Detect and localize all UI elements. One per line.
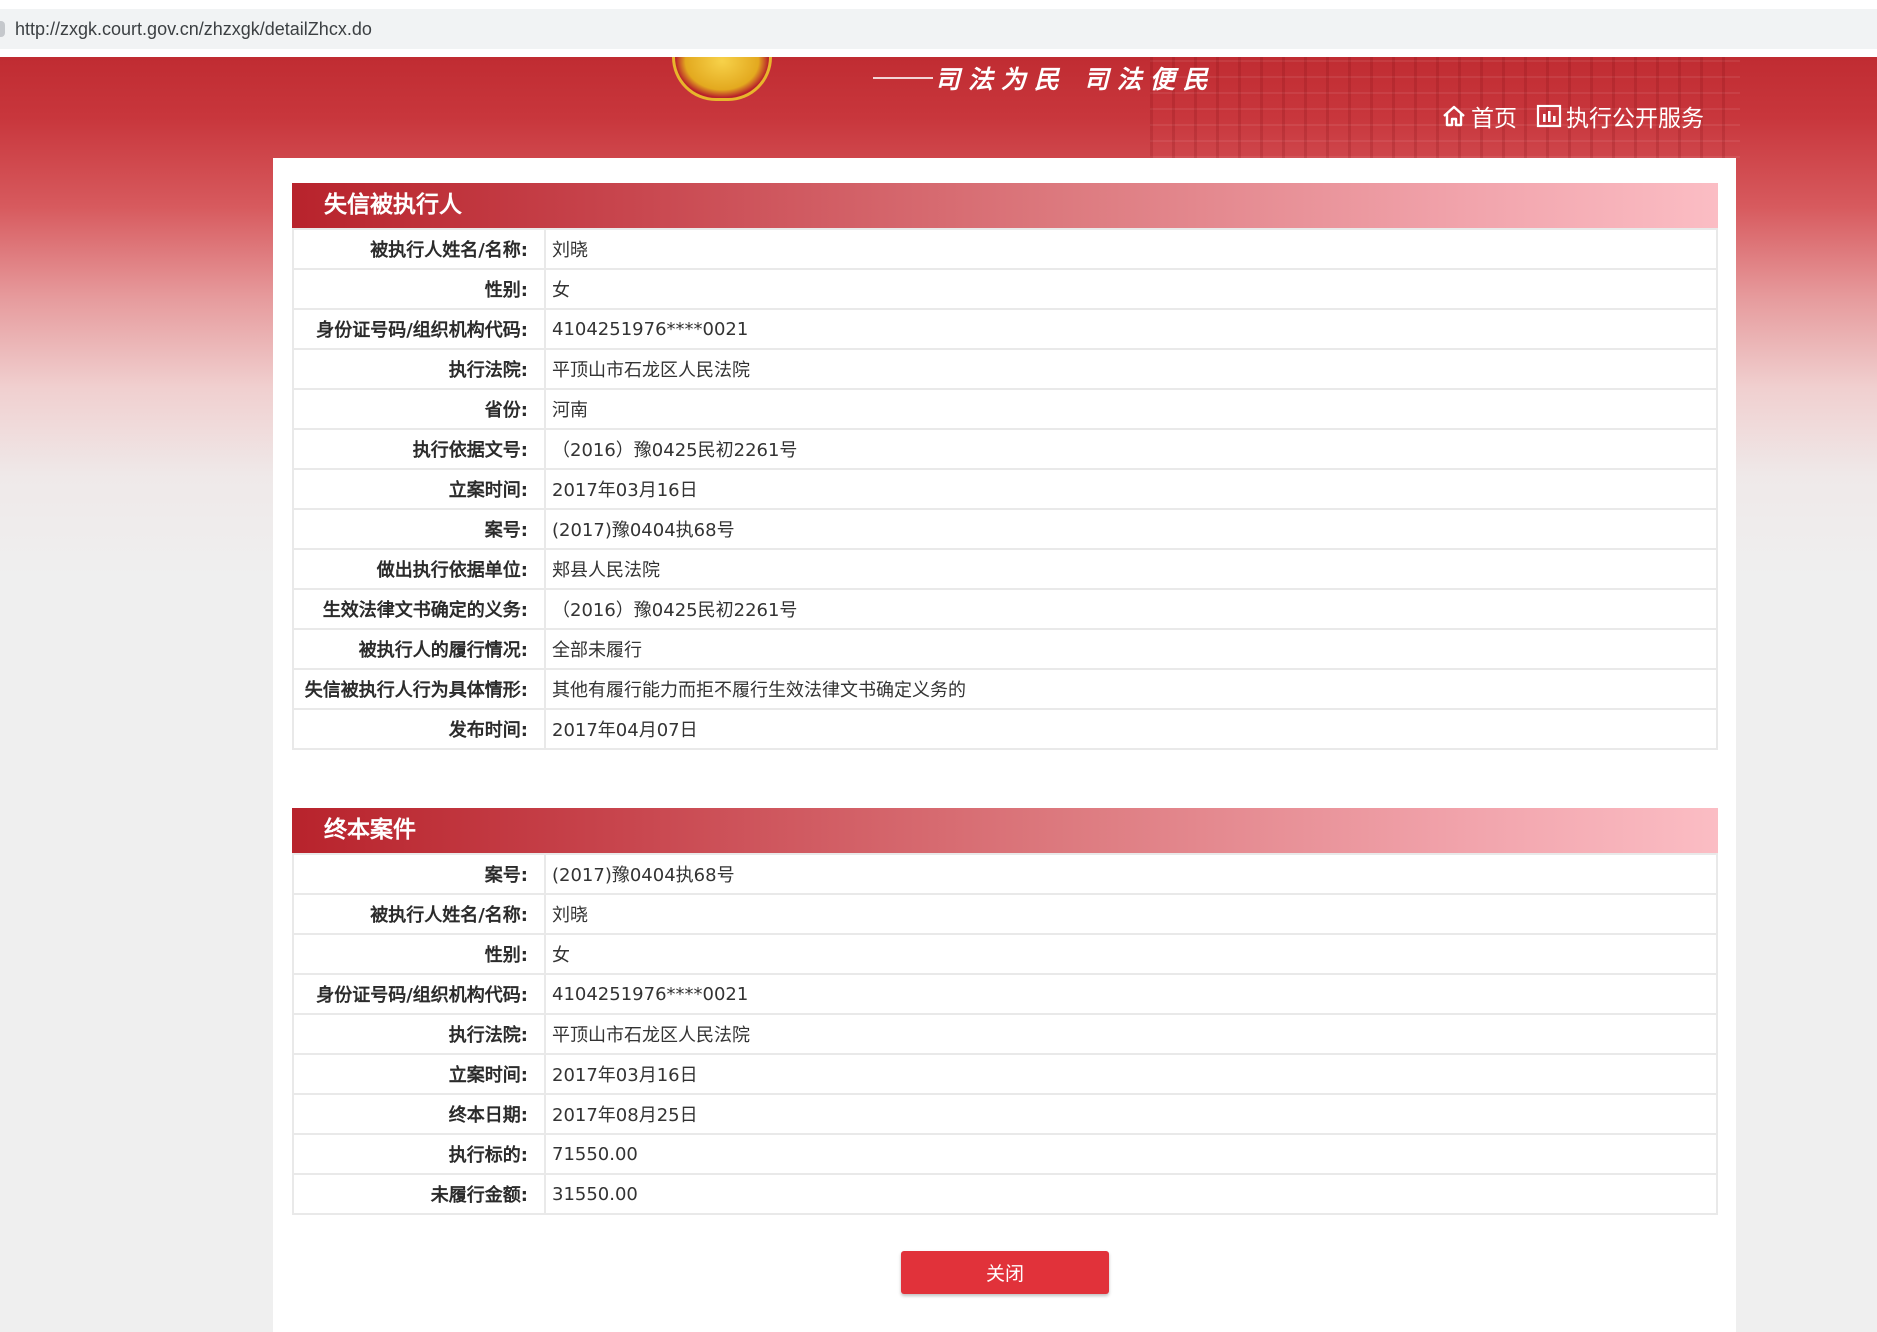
table-row: 执行法院: 平顶山市石龙区人民法院	[292, 348, 1718, 390]
field-label: 立案时间:	[292, 1053, 546, 1095]
field-value: 全部未履行	[544, 628, 1718, 670]
site-info-icon[interactable]	[0, 21, 5, 37]
table-row: 立案时间: 2017年03月16日	[292, 468, 1718, 510]
table-row: 性别: 女	[292, 933, 1718, 975]
field-label: 案号:	[292, 853, 546, 895]
table-row: 未履行金额: 31550.00	[292, 1173, 1718, 1215]
field-label: 未履行金额:	[292, 1173, 546, 1215]
field-value: 刘晓	[544, 228, 1718, 270]
field-label: 省份:	[292, 388, 546, 430]
slogan-divider	[873, 77, 933, 79]
dishonest-section-title: 失信被执行人	[292, 183, 1718, 228]
chart-icon	[1536, 103, 1562, 129]
field-value: 女	[544, 268, 1718, 310]
terminated-section-title: 终本案件	[292, 808, 1718, 853]
home-icon	[1441, 103, 1467, 129]
field-label: 发布时间:	[292, 708, 546, 750]
field-value: (2017)豫0404执68号	[544, 508, 1718, 550]
address-url[interactable]: http://zxgk.court.gov.cn/zhzxgk/detailZh…	[15, 19, 372, 40]
field-value: 平顶山市石龙区人民法院	[544, 1013, 1718, 1055]
field-label: 性别:	[292, 268, 546, 310]
table-row: 做出执行依据单位: 郏县人民法院	[292, 548, 1718, 590]
field-label: 身份证号码/组织机构代码:	[292, 973, 546, 1015]
field-label: 终本日期:	[292, 1093, 546, 1135]
field-label: 执行标的:	[292, 1133, 546, 1175]
table-row: 案号: (2017)豫0404执68号	[292, 853, 1718, 895]
browser-toolbar: http://zxgk.court.gov.cn/zhzxgk/detailZh…	[0, 0, 1877, 57]
table-row: 生效法律文书确定的义务: （2016）豫0425民初2261号	[292, 588, 1718, 630]
field-label: 失信被执行人行为具体情形:	[292, 668, 546, 710]
field-value: （2016）豫0425民初2261号	[544, 428, 1718, 470]
field-label: 执行法院:	[292, 1013, 546, 1055]
field-label: 身份证号码/组织机构代码:	[292, 308, 546, 350]
field-label: 执行依据文号:	[292, 428, 546, 470]
terminated-section: 终本案件 案号: (2017)豫0404执68号 被执行人姓名/名称: 刘晓 性别: 女身…	[292, 808, 1718, 1215]
table-row: 身份证号码/组织机构代码: 4104251976****0021	[292, 973, 1718, 1015]
table-row: 身份证号码/组织机构代码: 4104251976****0021	[292, 308, 1718, 350]
dishonest-table: 被执行人姓名/名称: 刘晓 性别: 女身份证号码/组织机构代码: 4104251976*…	[292, 228, 1718, 750]
table-row: 被执行人姓名/名称: 刘晓	[292, 893, 1718, 935]
field-value: 平顶山市石龙区人民法院	[544, 348, 1718, 390]
field-value: 2017年08月25日	[544, 1093, 1718, 1135]
table-row: 执行法院: 平顶山市石龙区人民法院	[292, 1013, 1718, 1055]
close-button[interactable]: 关闭	[901, 1251, 1109, 1294]
dishonest-section: 失信被执行人 被执行人姓名/名称: 刘晓 性别: 女身份证号码/组织机构代码: 4104…	[292, 183, 1718, 750]
field-value: 4104251976****0021	[544, 308, 1718, 350]
field-label: 被执行人的履行情况:	[292, 628, 546, 670]
table-row: 发布时间: 2017年04月07日	[292, 708, 1718, 750]
nav-home-link[interactable]: 首页	[1441, 100, 1517, 132]
terminated-table: 案号: (2017)豫0404执68号 被执行人姓名/名称: 刘晓 性别: 女身份证号码/…	[292, 853, 1718, 1215]
table-row: 执行标的: 71550.00	[292, 1133, 1718, 1175]
header-slogan: 司法为民 司法便民	[935, 65, 1216, 94]
field-value: (2017)豫0404执68号	[544, 853, 1718, 895]
table-row: 执行依据文号: （2016）豫0425民初2261号	[292, 428, 1718, 470]
field-value: 31550.00	[544, 1173, 1718, 1215]
table-row: 被执行人姓名/名称: 刘晓	[292, 228, 1718, 270]
field-value: （2016）豫0425民初2261号	[544, 588, 1718, 630]
field-value: 刘晓	[544, 893, 1718, 935]
table-row: 失信被执行人行为具体情形: 其他有履行能力而拒不履行生效法律文书确定义务的	[292, 668, 1718, 710]
nav-service-link[interactable]: 执行公开服务	[1536, 100, 1704, 132]
field-value: 4104251976****0021	[544, 973, 1718, 1015]
table-row: 性别: 女	[292, 268, 1718, 310]
table-row: 立案时间: 2017年03月16日	[292, 1053, 1718, 1095]
field-label: 案号:	[292, 508, 546, 550]
nav-service-label: 执行公开服务	[1566, 106, 1704, 132]
field-value: 2017年03月16日	[544, 468, 1718, 510]
field-label: 性别:	[292, 933, 546, 975]
field-value: 河南	[544, 388, 1718, 430]
field-value: 2017年03月16日	[544, 1053, 1718, 1095]
field-label: 被执行人姓名/名称:	[292, 893, 546, 935]
field-label: 被执行人姓名/名称:	[292, 228, 546, 270]
field-value: 71550.00	[544, 1133, 1718, 1175]
field-label: 做出执行依据单位:	[292, 548, 546, 590]
table-row: 省份: 河南	[292, 388, 1718, 430]
field-label: 生效法律文书确定的义务:	[292, 588, 546, 630]
table-row: 案号: (2017)豫0404执68号	[292, 508, 1718, 550]
field-label: 立案时间:	[292, 468, 546, 510]
field-value: 2017年04月07日	[544, 708, 1718, 750]
table-row: 终本日期: 2017年08月25日	[292, 1093, 1718, 1135]
field-label: 执行法院:	[292, 348, 546, 390]
nav-home-label: 首页	[1471, 106, 1517, 132]
table-row: 被执行人的履行情况: 全部未履行	[292, 628, 1718, 670]
field-value: 郏县人民法院	[544, 548, 1718, 590]
field-value: 其他有履行能力而拒不履行生效法律文书确定义务的	[544, 668, 1718, 710]
field-value: 女	[544, 933, 1718, 975]
